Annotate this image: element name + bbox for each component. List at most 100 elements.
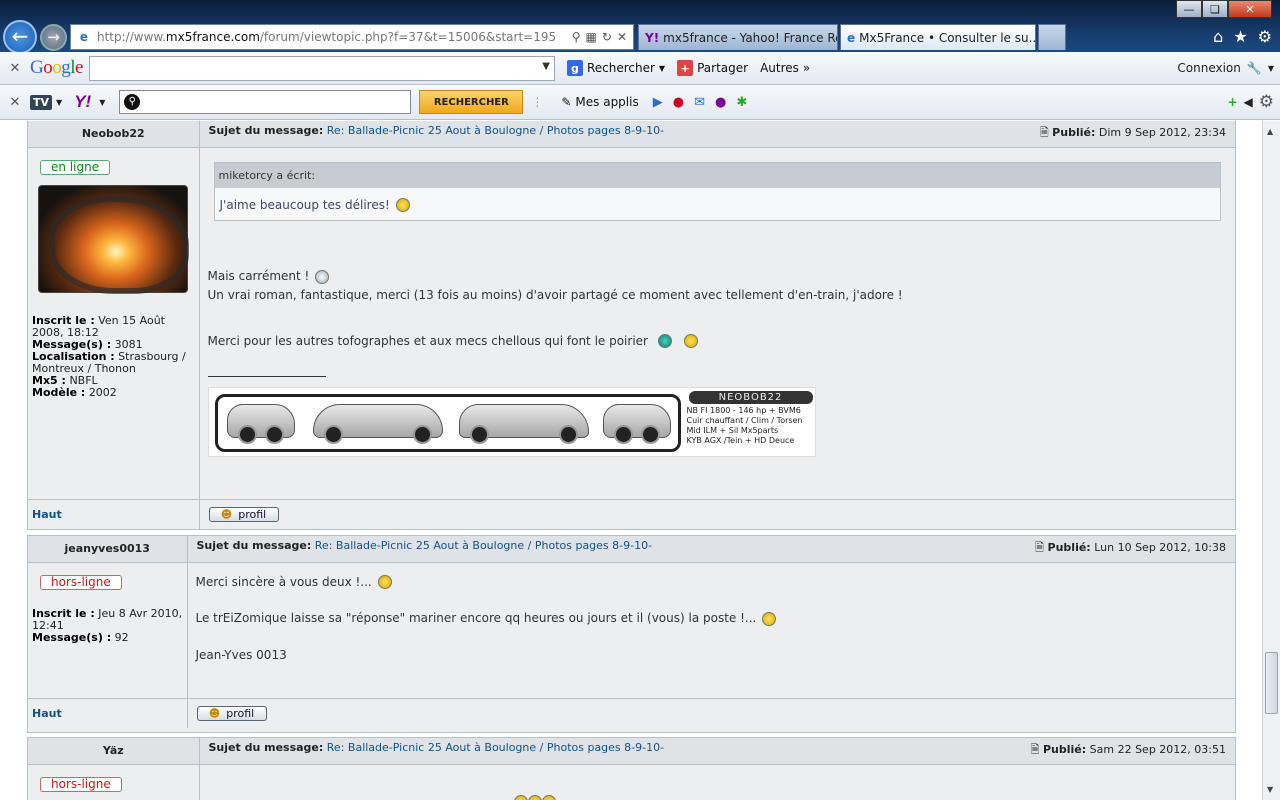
- tools-gear-icon[interactable]: ⚙: [1258, 27, 1272, 46]
- mail-icon[interactable]: ✉: [694, 95, 705, 110]
- post-yaz: Yäz Sujet du message: Re: Ballade-Picnic…: [27, 737, 1236, 800]
- post-icon[interactable]: 🗎: [1035, 541, 1044, 554]
- post-icon[interactable]: 🗎: [1040, 126, 1049, 139]
- add-icon[interactable]: +: [1227, 95, 1237, 109]
- post-neobob22: Neobob22 Sujet du message: Re: Ballade-P…: [27, 121, 1236, 530]
- tab-yahoo[interactable]: Y! mx5france - Yahoo! France Rés...: [638, 24, 838, 50]
- smiley-icon: [762, 611, 777, 626]
- signature-specs: NB FI 1800 - 146 hp + BVM6 Cuir chauffan…: [687, 406, 803, 446]
- ie-icon: e: [847, 30, 856, 45]
- grip-icon[interactable]: ⋮: [531, 95, 543, 109]
- chevron-down-icon[interactable]: ▼: [99, 98, 105, 107]
- search-icon: ⚲: [124, 94, 141, 110]
- subject-link[interactable]: Re: Ballade-Picnic 25 Aout à Boulogne / …: [315, 539, 652, 552]
- yahoo-search-input[interactable]: ⚲: [119, 90, 412, 114]
- chevron-down-icon[interactable]: ▼: [56, 98, 62, 107]
- tv-button[interactable]: TV: [30, 94, 53, 110]
- smiley-icon: [395, 198, 410, 212]
- google-toolbar: ✕ Google ▼ g Rechercher ▼ + Partager Aut…: [0, 52, 1280, 85]
- subject-label: Sujet du message:: [208, 124, 324, 138]
- search-icon[interactable]: ⚲: [572, 30, 581, 44]
- post-author[interactable]: jeanyves0013: [28, 536, 188, 563]
- refresh-icon[interactable]: ↻: [602, 30, 612, 44]
- yahoo-search-button[interactable]: RECHERCHER: [419, 90, 524, 114]
- smiley-icon: [377, 575, 392, 589]
- profile-label: profil: [238, 507, 267, 521]
- minimize-button[interactable]: —: [1176, 0, 1202, 18]
- smiley-icon: [683, 334, 698, 348]
- post-author[interactable]: Yäz: [28, 738, 200, 765]
- url-domain: mx5france.com: [165, 30, 260, 44]
- arrow-right-icon: →: [47, 28, 60, 46]
- notifications-icon[interactable]: ●: [673, 95, 684, 110]
- google-search-button[interactable]: g Rechercher ▼: [566, 60, 665, 76]
- status-badge: hors-ligne: [40, 776, 122, 792]
- subject-label: Sujet du message:: [208, 741, 324, 755]
- new-tab-button[interactable]: [1038, 24, 1066, 50]
- chevron-left-icon[interactable]: ◀: [1244, 95, 1253, 109]
- car-rear-icon: [602, 404, 671, 444]
- profile-button[interactable]: ☻ profil: [196, 705, 267, 721]
- post-line: Mais carrément !: [207, 269, 310, 283]
- subject-link[interactable]: Re: Ballade-Picnic 25 Aout à Boulogne / …: [327, 741, 664, 754]
- share-icon: +: [677, 60, 694, 76]
- google-logo: Google: [30, 57, 83, 78]
- signature-divider: [207, 376, 326, 377]
- scroll-up-icon[interactable]: ▲: [1267, 127, 1273, 136]
- page-viewport: Neobob22 Sujet du message: Re: Ballade-P…: [0, 121, 1262, 800]
- subject-link[interactable]: Re: Ballade-Picnic 25 Aout à Boulogne / …: [327, 124, 664, 137]
- chevron-down-icon[interactable]: ▼: [659, 64, 665, 73]
- back-button[interactable]: ←: [3, 20, 37, 54]
- search-label: Rechercher: [586, 61, 655, 75]
- media-player-icon[interactable]: ▶: [653, 95, 663, 110]
- scrollbar-thumb[interactable]: [1265, 652, 1278, 714]
- wrench-icon[interactable]: 🔧: [1247, 61, 1262, 75]
- spec-line: Mid ILM + Sil Mx5parts: [686, 426, 779, 435]
- signature-name: NEOBOB22: [688, 391, 813, 404]
- google-search-icon: g: [566, 60, 583, 76]
- address-url[interactable]: http://www.mx5france.com/forum/viewtopic…: [97, 30, 572, 44]
- close-window-button[interactable]: ✕: [1228, 0, 1272, 18]
- scroll-down-icon[interactable]: ▼: [1267, 785, 1273, 794]
- post-icon[interactable]: 🗎: [1031, 743, 1040, 756]
- avatar: [38, 184, 189, 294]
- published-label: Publié:: [1047, 541, 1091, 555]
- google-search-input[interactable]: ▼: [88, 55, 555, 81]
- maximize-button[interactable]: ❏: [1202, 0, 1228, 18]
- clock-smiley-icon: [315, 269, 330, 284]
- compat-view-icon[interactable]: ▦: [586, 30, 597, 44]
- favorites-star-icon[interactable]: ★: [1233, 27, 1247, 46]
- status-badge: en ligne: [40, 159, 111, 175]
- post-line: Jean-Yves 0013: [195, 647, 287, 662]
- puzzle-icon[interactable]: ✱: [736, 95, 747, 110]
- post-date: Sam 22 Sep 2012, 03:51: [1089, 743, 1226, 757]
- stop-icon[interactable]: ✕: [617, 30, 627, 44]
- profile-button[interactable]: ☻ profil: [208, 506, 279, 522]
- money-icon[interactable]: ●: [715, 95, 726, 110]
- post-line: Un vrai roman, fantastique, merci (13 fo…: [207, 287, 903, 302]
- post-author[interactable]: Neobob22: [28, 121, 200, 148]
- page-scrollbar[interactable]: ▲ ▼: [1262, 121, 1280, 800]
- settings-gear-icon[interactable]: ⚙: [1259, 92, 1274, 112]
- share-button[interactable]: + Partager: [677, 60, 748, 76]
- profile-value: 2002: [88, 385, 117, 399]
- url-path: /forum/viewtopic.php?f=37&t=15006&start=…: [259, 30, 557, 44]
- login-link[interactable]: Connexion: [1177, 61, 1241, 75]
- top-link[interactable]: Haut: [28, 498, 200, 529]
- close-toolbar-icon[interactable]: ✕: [0, 61, 30, 76]
- window-controls: — ❏ ✕: [1176, 0, 1272, 18]
- chevron-down-icon[interactable]: ▼: [1268, 64, 1274, 73]
- quote-block: miketorcy a écrit: J'aime beaucoup tes d…: [213, 161, 1221, 221]
- close-toolbar-icon[interactable]: ✕: [0, 95, 30, 110]
- chevron-down-icon[interactable]: ▼: [542, 61, 550, 72]
- address-bar[interactable]: e http://www.mx5france.com/forum/viewtop…: [70, 24, 634, 50]
- yahoo-logo[interactable]: Y!: [74, 92, 91, 112]
- my-apps-button[interactable]: ✎ Mes applis: [561, 95, 638, 109]
- forward-button[interactable]: →: [40, 24, 67, 51]
- top-link[interactable]: Haut: [28, 697, 188, 728]
- tab-mx5france[interactable]: e Mx5France • Consulter le su... ✕: [840, 24, 1036, 50]
- more-button[interactable]: Autres »: [760, 61, 810, 75]
- home-icon[interactable]: ⌂: [1213, 27, 1223, 46]
- smiley-icon: [513, 795, 528, 800]
- post-date: Dim 9 Sep 2012, 23:34: [1098, 126, 1226, 140]
